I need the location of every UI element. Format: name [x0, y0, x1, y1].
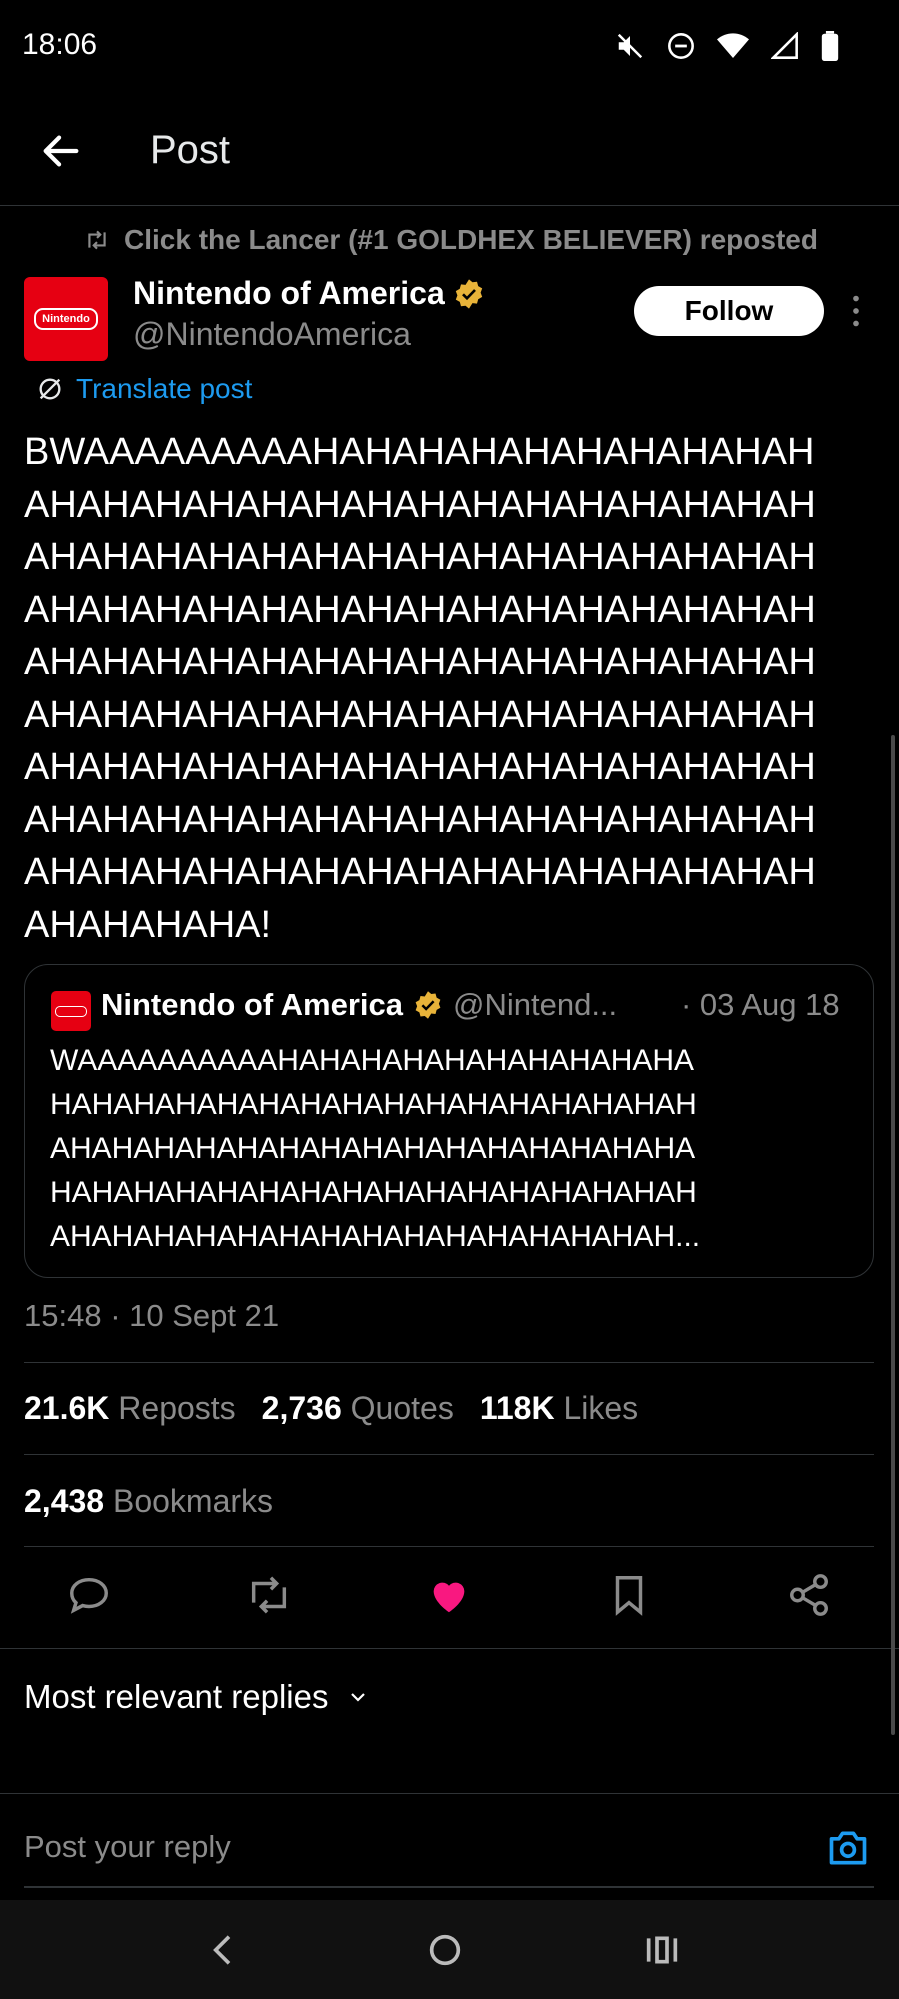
action-bar — [0, 1560, 899, 1634]
quoted-line: HAHAHAHAHAHAHAHAHAHAHAHAHAHAHAH — [50, 1088, 697, 1121]
nav-home-icon[interactable] — [425, 1930, 465, 1970]
share-icon[interactable] — [786, 1572, 832, 1618]
quotes-count: 2,736 — [261, 1390, 342, 1426]
quoted-line: HAHAHAHAHAHAHAHAHAHAHAHAHAHAHAH — [50, 1176, 697, 1209]
bookmarks-label: Bookmarks — [112, 1483, 274, 1519]
quoted-author-handle: @Nintend... — [453, 987, 618, 1022]
more-options-icon[interactable] — [850, 294, 862, 328]
quoted-date: · 03 Aug 18 — [681, 987, 840, 1022]
post-line: AHAHAHAHA! — [24, 903, 272, 946]
top-bar: Post — [0, 100, 899, 206]
follow-button[interactable]: Follow — [634, 286, 824, 336]
nintendo-logo-icon — [55, 1005, 87, 1017]
quoted-line: WAAAAAAAAAAHAHAHAHAHAHAHAHAHAHA — [50, 1044, 695, 1077]
engagement-stats: 21.6K Reposts 2,736 Quotes 118K Likes — [24, 1390, 638, 1427]
bookmarks-stat[interactable]: 2,438 Bookmarks — [24, 1483, 273, 1520]
status-bar: 18:06 — [0, 0, 899, 90]
likes-label: Likes — [563, 1390, 639, 1426]
quoted-line: AHAHAHAHAHAHAHAHAHAHAHAHAHAHAHA — [50, 1132, 696, 1165]
translate-icon — [39, 378, 61, 400]
reposts-count: 21.6K — [24, 1390, 110, 1426]
post-line: AHAHAHAHAHAHAHAHAHAHAHAHAHAHAH — [24, 798, 816, 841]
verified-badge-icon — [455, 278, 482, 309]
like-icon[interactable] — [426, 1572, 472, 1618]
likes-count: 118K — [479, 1390, 555, 1426]
post-line: BWAAAAAAAAAHAHAHAHAHAHAHAHAHAH — [24, 431, 815, 473]
divider — [0, 1648, 899, 1649]
scrollbar[interactable] — [891, 735, 895, 1735]
signal-icon — [771, 32, 798, 59]
bookmark-icon[interactable] — [606, 1572, 652, 1618]
quoted-post-card[interactable]: Nintendo of America @Nintend... · 03 Aug… — [24, 964, 874, 1278]
reply-input-underline — [24, 1886, 874, 1888]
translate-label: Translate post — [76, 373, 253, 404]
divider — [24, 1362, 874, 1363]
replies-sort-label: Most relevant replies — [24, 1678, 329, 1715]
post-line: AHAHAHAHAHAHAHAHAHAHAHAHAHAHAH — [24, 536, 816, 578]
avatar[interactable]: Nintendo — [24, 277, 108, 361]
quotes-label: Quotes — [350, 1390, 454, 1426]
divider — [24, 1546, 874, 1547]
repost-small-icon — [88, 230, 106, 250]
quoted-header: Nintendo of America @Nintend... — [101, 987, 617, 1023]
verified-badge-icon — [415, 991, 441, 1019]
divider — [0, 1793, 899, 1794]
translate-post-link[interactable]: Translate post — [36, 373, 252, 405]
nav-back-icon[interactable] — [204, 1930, 244, 1970]
author-handle[interactable]: @NintendoAmerica — [133, 316, 411, 353]
quotes-stat[interactable]: 2,736 Quotes — [262, 1390, 454, 1427]
post-line: AHAHAHAHAHAHAHAHAHAHAHAHAHAHAH — [24, 641, 816, 683]
reposts-stat[interactable]: 21.6K Reposts — [24, 1390, 236, 1427]
mute-icon — [617, 33, 643, 59]
repost-context[interactable]: Click the Lancer (#1 GOLDHEX BELIEVER) r… — [84, 224, 818, 256]
post-line: AHAHAHAHAHAHAHAHAHAHAHAHAHAHAH — [24, 588, 816, 631]
reply-icon[interactable] — [66, 1572, 112, 1618]
status-icons — [615, 28, 839, 64]
quoted-text: WAAAAAAAAAAHAHAHAHAHAHAHAHAHAHA HAHAHAHA… — [50, 1039, 850, 1259]
post-line: AHAHAHAHAHAHAHAHAHAHAHAHAHAHAH — [24, 483, 816, 526]
reposts-label: Reposts — [118, 1390, 236, 1426]
nintendo-logo-icon: Nintendo — [34, 308, 98, 330]
post-body: BWAAAAAAAAAHAHAHAHAHAHAHAHAHAH AHAHAHAHA… — [24, 426, 884, 951]
wifi-icon — [717, 33, 749, 58]
divider — [24, 1454, 874, 1455]
likes-stat[interactable]: 118K Likes — [480, 1390, 638, 1427]
dnd-icon — [668, 33, 694, 59]
reply-input[interactable]: Post your reply — [24, 1829, 231, 1865]
system-nav-bar — [0, 1900, 899, 1999]
post-line: AHAHAHAHAHAHAHAHAHAHAHAHAHAHAH — [24, 746, 816, 788]
status-time: 18:06 — [22, 28, 98, 61]
repost-icon[interactable] — [246, 1572, 292, 1618]
chevron-down-icon — [351, 1693, 366, 1702]
post-line: AHAHAHAHAHAHAHAHAHAHAHAHAHAHAH — [24, 851, 816, 893]
page-title: Post — [150, 128, 231, 172]
author-name: Nintendo of America — [133, 275, 445, 311]
repost-context-text: Click the Lancer (#1 GOLDHEX BELIEVER) r… — [124, 224, 818, 255]
post-timestamp: 15:48 · 10 Sept 21 — [24, 1298, 280, 1333]
quoted-author-name: Nintendo of America — [101, 987, 403, 1022]
battery-icon — [821, 31, 839, 61]
back-arrow-icon[interactable] — [38, 128, 84, 174]
replies-sort-dropdown[interactable]: Most relevant replies — [24, 1678, 370, 1716]
quoted-line: AHAHAHAHAHAHAHAHAHAHAHAHAHAHAH... — [50, 1220, 701, 1253]
quoted-avatar — [51, 991, 91, 1031]
camera-icon[interactable] — [826, 1826, 870, 1870]
post-line: AHAHAHAHAHAHAHAHAHAHAHAHAHAHAH — [24, 693, 816, 736]
bookmarks-count: 2,438 — [24, 1483, 105, 1519]
nav-recents-icon[interactable] — [642, 1930, 682, 1970]
author-name-row[interactable]: Nintendo of America — [133, 275, 485, 312]
